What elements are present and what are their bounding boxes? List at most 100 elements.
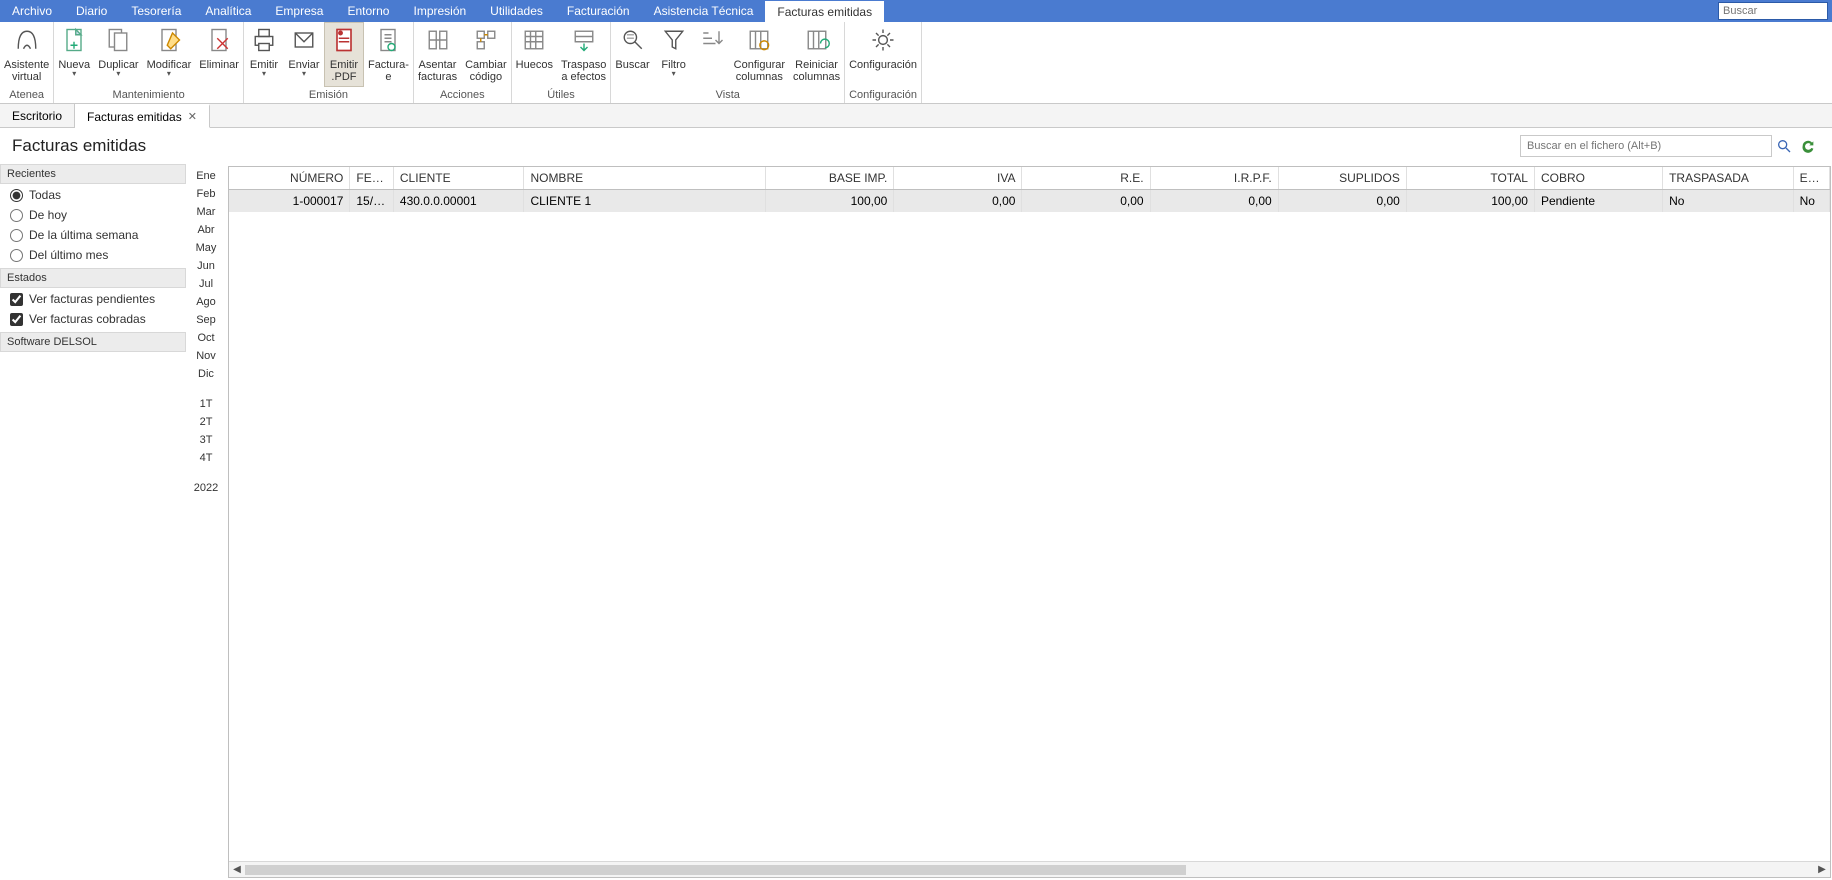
ribbon-buscar-label: Buscar (615, 59, 649, 71)
col-header-suplidos[interactable]: SUPLIDOS (1278, 167, 1406, 190)
tab-facturas-emitidas[interactable]: Facturas emitidas ✕ (75, 104, 210, 128)
month-filter-jun[interactable]: Jun (197, 260, 215, 272)
global-search-input[interactable] (1718, 2, 1828, 20)
tab-escritorio[interactable]: Escritorio (0, 104, 75, 127)
filters-recientes-head: Recientes (0, 164, 186, 184)
col-header-traspasada[interactable]: TRASPASADA (1663, 167, 1794, 190)
menu-tesorería[interactable]: Tesorería (119, 0, 193, 22)
recientes-radio-0[interactable] (10, 189, 23, 202)
menu-entorno[interactable]: Entorno (335, 0, 401, 22)
recientes-radio-2[interactable] (10, 229, 23, 242)
grid-horizontal-scrollbar[interactable]: ◀ ▶ (229, 861, 1830, 877)
col-header-nombre[interactable]: NOMBRE (524, 167, 766, 190)
menu-utilidades[interactable]: Utilidades (478, 0, 555, 22)
menu-analítica[interactable]: Analítica (193, 0, 263, 22)
estados-check-1[interactable]: Ver facturas cobradas (10, 312, 186, 326)
ribbon-nueva-button[interactable]: Nueva▾ (54, 22, 94, 87)
month-filter-abr[interactable]: Abr (197, 224, 214, 236)
menu-facturación[interactable]: Facturación (555, 0, 642, 22)
recientes-option-1[interactable]: De hoy (10, 208, 186, 222)
ribbon-emitirpdf-label: Emitir .PDF (330, 59, 358, 83)
file-search-input[interactable] (1520, 135, 1772, 157)
month-filter-3t[interactable]: 3T (200, 434, 213, 446)
enviar-icon (290, 26, 318, 59)
ribbon-filtro-button[interactable]: Filtro▾ (654, 22, 694, 87)
menu-archivo[interactable]: Archivo (0, 0, 64, 22)
buscar-icon (619, 26, 647, 59)
ribbon-facturae-label: Factura- e (368, 59, 409, 83)
menu-diario[interactable]: Diario (64, 0, 119, 22)
refresh-button[interactable] (1796, 134, 1820, 158)
ribbon-config-button[interactable]: Configuración (845, 22, 921, 87)
month-filter-mar[interactable]: Mar (197, 206, 216, 218)
col-header-iva[interactable]: IVA (894, 167, 1022, 190)
cell-base: 100,00 (766, 190, 894, 213)
month-filter-feb[interactable]: Feb (197, 188, 216, 200)
filters-estados-head: Estados (0, 268, 186, 288)
tab-label: Facturas emitidas (87, 110, 182, 124)
scroll-thumb[interactable] (245, 865, 1186, 875)
estados-check-0[interactable]: Ver facturas pendientes (10, 292, 186, 306)
month-filter-ago[interactable]: Ago (196, 296, 216, 308)
ribbon-facturae-button[interactable]: Factura- e (364, 22, 413, 87)
menu-asistencia-técnica[interactable]: Asistencia Técnica (642, 0, 766, 22)
scroll-left-arrow-icon[interactable]: ◀ (229, 864, 245, 875)
file-search-button[interactable] (1772, 134, 1796, 158)
ribbon-traspaso-label: Traspaso a efectos (561, 59, 606, 83)
recientes-option-2[interactable]: De la última semana (10, 228, 186, 242)
table-row[interactable]: 1-00001715/0...430.0.0.00001CLIENTE 1100… (229, 190, 1830, 213)
col-header-enviada[interactable]: ENVIA (1793, 167, 1829, 190)
ribbon-traspaso-button[interactable]: Traspaso a efectos (557, 22, 610, 87)
month-filter-2022[interactable]: 2022 (194, 482, 218, 494)
caret-down-icon: ▾ (116, 69, 120, 78)
ribbon-asistente-button[interactable]: Asistente virtual (0, 22, 53, 87)
month-filter-nov[interactable]: Nov (196, 350, 216, 362)
month-filter-oct[interactable]: Oct (197, 332, 214, 344)
col-header-re[interactable]: R.E. (1022, 167, 1150, 190)
menu-impresión[interactable]: Impresión (401, 0, 478, 22)
month-filter-jul[interactable]: Jul (199, 278, 213, 290)
scroll-right-arrow-icon[interactable]: ▶ (1814, 864, 1830, 875)
col-header-cobro[interactable]: COBRO (1534, 167, 1662, 190)
recientes-radio-1[interactable] (10, 209, 23, 222)
ribbon-asentar-button[interactable]: Asentar facturas (414, 22, 461, 87)
menu-empresa[interactable]: Empresa (263, 0, 335, 22)
month-filter-dic[interactable]: Dic (198, 368, 214, 380)
ribbon-modificar-button[interactable]: Modificar▾ (143, 22, 196, 87)
ribbon-duplicar-button[interactable]: Duplicar▾ (94, 22, 142, 87)
estados-checkbox-1[interactable] (10, 313, 23, 326)
ribbon-huecos-button[interactable]: Huecos (512, 22, 557, 87)
view-header: Facturas emitidas (0, 128, 1832, 164)
col-header-irpf[interactable]: I.R.P.F. (1150, 167, 1278, 190)
month-filter-sep[interactable]: Sep (196, 314, 216, 326)
ribbon-eliminar-button[interactable]: Eliminar (195, 22, 243, 87)
recientes-option-0[interactable]: Todas (10, 188, 186, 202)
recientes-radio-3[interactable] (10, 249, 23, 262)
month-filter-2t[interactable]: 2T (200, 416, 213, 428)
col-header-cliente[interactable]: CLIENTE (393, 167, 524, 190)
col-header-base[interactable]: BASE IMP. (766, 167, 894, 190)
ribbon-sort-button[interactable] (694, 22, 730, 87)
close-icon[interactable]: ✕ (188, 110, 197, 123)
month-filter-ene[interactable]: Ene (196, 170, 216, 182)
ribbon-emitir-button[interactable]: Emitir▾ (244, 22, 284, 87)
menu-facturas-emitidas[interactable]: Facturas emitidas (765, 0, 884, 22)
ribbon-reincol-button[interactable]: Reiniciar columnas (789, 22, 844, 87)
col-header-total[interactable]: TOTAL (1406, 167, 1534, 190)
month-filter-4t[interactable]: 4T (200, 452, 213, 464)
grid-header-row: NÚMEROFEC...CLIENTENOMBREBASE IMP.IVAR.E… (229, 167, 1830, 190)
ribbon-cambiarcodigo-button[interactable]: Cambiar código (461, 22, 511, 87)
ribbon-buscar-button[interactable]: Buscar (611, 22, 653, 87)
col-header-numero[interactable]: NÚMERO (229, 167, 350, 190)
ribbon-emitirpdf-button[interactable]: Emitir .PDF (324, 22, 364, 87)
recientes-option-3[interactable]: Del último mes (10, 248, 186, 262)
duplicar-icon (104, 26, 132, 59)
ribbon-group-configuración: Configuración (845, 87, 921, 103)
month-filter-1t[interactable]: 1T (200, 398, 213, 410)
ribbon-enviar-button[interactable]: Enviar▾ (284, 22, 324, 87)
month-filter-may[interactable]: May (196, 242, 217, 254)
cell-enviada: No (1793, 190, 1829, 213)
ribbon-confcol-button[interactable]: Configurar columnas (730, 22, 789, 87)
col-header-fecha[interactable]: FEC... (350, 167, 394, 190)
estados-checkbox-0[interactable] (10, 293, 23, 306)
